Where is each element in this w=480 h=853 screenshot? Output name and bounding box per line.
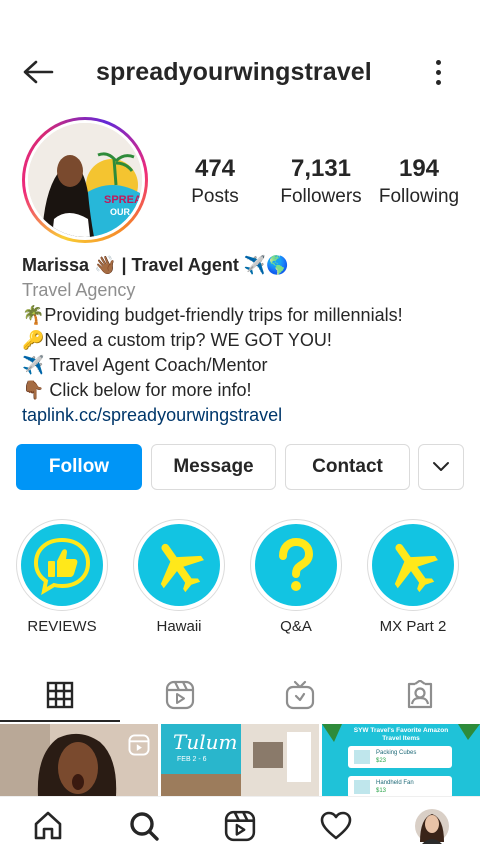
- posts-count: 474: [194, 155, 236, 182]
- airplane-icon: [394, 543, 438, 593]
- tagged-icon: [407, 680, 433, 709]
- highlight-mx-part-2[interactable]: MX Part 2: [367, 519, 459, 635]
- following-label: Following: [378, 186, 460, 207]
- reels-icon: [224, 810, 256, 841]
- bio-line: 🔑Need a custom trip? WE GOT YOU!: [22, 330, 332, 350]
- tab-igtv[interactable]: [240, 668, 360, 722]
- stat-followers[interactable]: 7,131 Followers: [271, 155, 371, 211]
- nav-activity[interactable]: [288, 797, 384, 853]
- contact-button[interactable]: Contact: [285, 444, 410, 490]
- more-vertical-icon: [435, 59, 441, 65]
- tab-reels[interactable]: [120, 668, 240, 722]
- stat-following[interactable]: 194 Following: [371, 155, 467, 211]
- highlight-reviews[interactable]: REVIEWS: [16, 519, 108, 635]
- tab-grid[interactable]: [0, 668, 120, 722]
- grid-icon: [46, 681, 74, 709]
- nav-profile[interactable]: [384, 797, 480, 853]
- igtv-icon: [285, 680, 315, 710]
- post-item-name: Handheld Fan: [376, 780, 414, 786]
- bio-name: Marissa 👋🏾 | Travel Agent ✈️🌎: [22, 255, 289, 275]
- highlight-hawaii[interactable]: Hawaii: [133, 519, 225, 635]
- post-thumbnail[interactable]: Tulum FEB 2 - 6: [161, 724, 319, 796]
- nav-home[interactable]: [0, 797, 96, 853]
- home-icon: [34, 811, 62, 839]
- message-button[interactable]: Message: [151, 444, 276, 490]
- post-subtitle: FEB 2 - 6: [177, 756, 207, 763]
- bio-line: 👇🏾 Click below for more info!: [22, 380, 252, 400]
- highlight-label: Hawaii: [156, 618, 202, 635]
- follow-button[interactable]: Follow: [16, 444, 142, 490]
- heart-icon: [320, 811, 352, 839]
- highlight-label: REVIEWS: [27, 618, 97, 635]
- back-button[interactable]: [20, 56, 56, 88]
- bio-category: Travel Agency: [22, 280, 136, 300]
- post-item-price: $23: [376, 758, 387, 764]
- arrow-left-icon: [23, 60, 54, 84]
- following-count: 194: [398, 155, 440, 182]
- reels-icon: [128, 734, 150, 756]
- profile-username: spreadyourwingstravel: [96, 58, 372, 86]
- highlight-qa[interactable]: Q&A: [250, 519, 342, 635]
- question-mark-icon: [279, 537, 314, 591]
- bio-link[interactable]: taplink.cc/spreadyourwingstravel: [22, 403, 462, 428]
- play-icon: [292, 736, 307, 754]
- profile-avatar-icon: [415, 808, 449, 844]
- profile-photo: SPREAD OUR: [28, 123, 142, 237]
- post-title: Tulum: [173, 730, 238, 754]
- chevron-down-icon: [433, 462, 449, 471]
- post-title: SYW Travel's Favorite Amazon Travel Item…: [353, 727, 449, 742]
- post-thumbnail[interactable]: SYW Travel's Favorite Amazon Travel Item…: [322, 724, 480, 796]
- tab-tagged[interactable]: [360, 668, 480, 722]
- nav-reels[interactable]: [192, 797, 288, 853]
- svg-text:SPREAD: SPREAD: [104, 194, 142, 206]
- airplane-icon: [160, 543, 204, 593]
- svg-text:OUR: OUR: [110, 207, 131, 217]
- profile-tabs: [0, 668, 480, 722]
- search-icon: [130, 811, 159, 841]
- highlight-label: MX Part 2: [379, 618, 447, 635]
- profile-bio: Marissa 👋🏾 | Travel Agent ✈️🌎 Travel Age…: [22, 253, 462, 428]
- followers-count: 7,131: [290, 155, 352, 182]
- nav-search[interactable]: [96, 797, 192, 853]
- reels-icon: [165, 680, 195, 710]
- bio-line: ✈️ Travel Agent Coach/Mentor: [22, 355, 268, 375]
- post-item-name: Packing Cubes: [376, 750, 417, 756]
- more-options-button[interactable]: [424, 54, 452, 90]
- highlight-label: Q&A: [280, 618, 312, 635]
- profile-stats: 474 Posts 7,131 Followers 194 Following: [175, 155, 465, 215]
- post-grid: Tulum FEB 2 - 6 SYW Travel's Favorite Am…: [0, 724, 480, 796]
- bottom-navigation: [0, 796, 480, 853]
- stat-posts[interactable]: 474 Posts: [175, 155, 255, 211]
- posts-label: Posts: [191, 186, 239, 207]
- thumbs-up-icon: [33, 537, 91, 596]
- active-tab-indicator: [0, 720, 120, 722]
- bio-line: 🌴Providing budget-friendly trips for mil…: [22, 305, 403, 325]
- post-item-price: $13: [376, 788, 387, 794]
- profile-header: spreadyourwingstravel: [0, 50, 480, 94]
- post-thumbnail[interactable]: [0, 724, 158, 796]
- profile-avatar[interactable]: SPREAD OUR: [22, 117, 148, 243]
- suggested-accounts-button[interactable]: [418, 444, 464, 490]
- followers-label: Followers: [280, 186, 362, 207]
